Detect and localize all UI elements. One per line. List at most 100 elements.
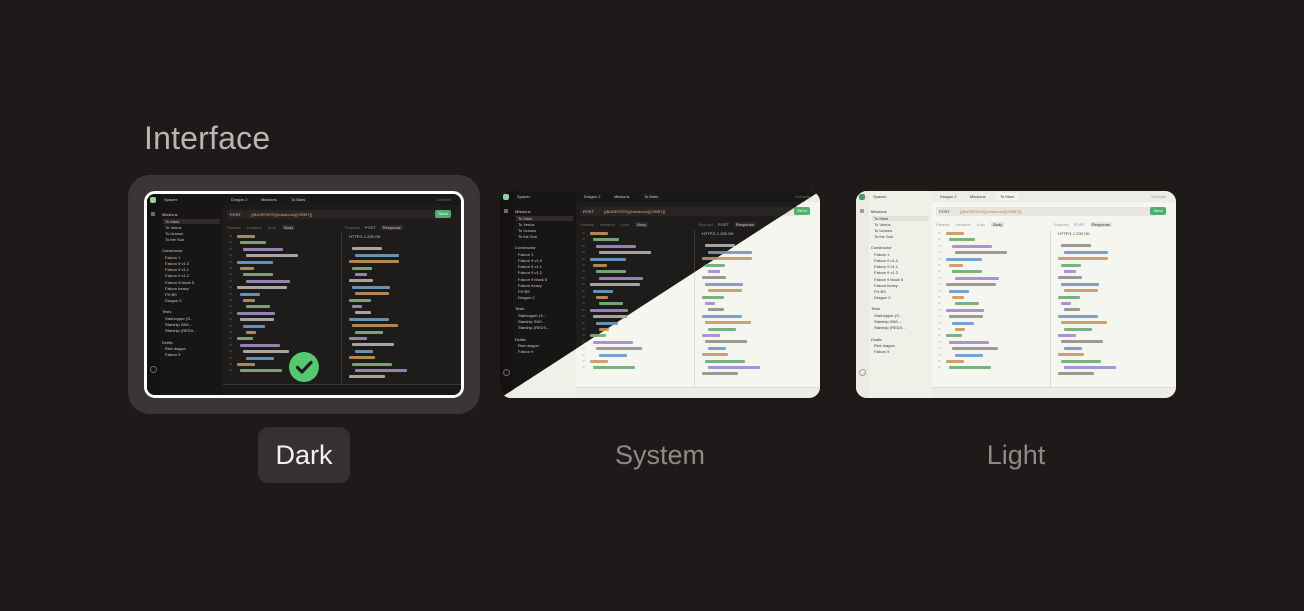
line-number [938,283,941,286]
pane-divider [1050,230,1051,388]
code-line [590,360,608,363]
line-number [938,366,941,369]
sidebar-item: Red dragon [518,343,539,348]
code-line [955,328,965,331]
icon-rail [856,191,869,398]
code-line [599,353,627,357]
code-line [240,318,274,322]
line-number [582,353,585,356]
icon-rail [500,191,513,398]
sidebar-item: Falcon heavy [518,282,542,288]
code-line [352,285,390,289]
sidebar-item: Falcon heavy [874,282,898,288]
light-theme-preview[interactable]: Dragon 2 Missions To Mars Defaults Spacex Mis… [856,191,1176,398]
request-tab: Headers [246,225,262,230]
theme-label-system[interactable]: System [560,427,760,483]
line-number [582,366,585,369]
sidebar-item: To Venus [518,221,535,227]
code-line [1061,340,1103,344]
sidebar-item: To Venus [165,224,182,230]
line-number [938,232,941,234]
code-line [349,375,385,379]
code-line [240,292,260,296]
code-line [596,296,608,299]
code-line [243,350,289,354]
url-bar: POST {{BASEPATH}}/missions/{{ORBIT}} [227,210,441,219]
tab: To Mars [996,193,1019,200]
sidebar-item: To Uranus [874,227,893,233]
code-line [355,349,373,353]
code-line [355,273,367,276]
sidebar-item: Dragon 2 [518,295,535,301]
code-line [705,244,735,248]
code-line [955,302,979,306]
theme-label-dark[interactable]: Dark [258,427,350,483]
workspace-name: Spacex [873,194,887,199]
sidebar-item: Falcon 9 v1.2 [518,270,543,276]
sidebar-item: Starship SN9... [518,319,545,325]
code-line [593,340,633,344]
code-line [590,283,640,287]
system-theme-preview[interactable]: Dragon 2MissionsTo MarsDefaultsSpacexMis… [500,191,820,398]
response-tab: Request [698,222,713,227]
request-tab: Params [227,225,241,230]
code-line [352,247,382,251]
tab: Missions [970,194,986,199]
line-number [229,279,232,282]
line-number [582,340,585,343]
line-number [582,270,585,273]
line-number [582,244,585,247]
sidebar-group-title: Missions [162,212,178,217]
code-line [237,363,255,366]
sidebar-item: Falcon 9 [874,349,890,355]
code-line [349,260,399,264]
code-line [946,283,996,287]
method-label: POST [230,212,241,217]
sidebar-item: FH BS [165,292,177,297]
code-line [1058,353,1084,357]
line-number [582,257,585,260]
code-line [949,238,975,242]
sidebar-item: Dragon 2 [165,298,182,304]
main-content: POST{{BASEPATH}}/missions/{{ORBIT}}SendP… [932,202,1176,398]
response-status: HTTP/1.1 200 OK [1058,231,1090,236]
grid-icon [860,209,864,213]
code-line [246,279,290,283]
sidebar-item: Falcon 9 v1.2 [874,270,899,276]
theme-label-light[interactable]: Light [916,427,1116,483]
line-number [582,289,585,292]
section-title: Interface [144,120,271,156]
sidebar-item: Falcon 1 [874,251,890,257]
sidebar-item: Starship (REDX... [518,325,550,331]
line-number [229,299,232,301]
code-line [1064,346,1082,350]
line-number [229,324,232,327]
send-button: Send [794,207,810,215]
request-tab: Headers [955,222,971,227]
sidebar-item: Starhopper (S... [165,315,194,321]
line-number [229,363,232,365]
request-tabs: Params Headers Auth Body [580,222,654,228]
sidebar-item: To the Sun [518,234,538,240]
line-number [582,334,585,337]
code-line [702,276,726,280]
code-line [949,289,969,293]
request-tab: Body [282,225,296,230]
tab: To Mars [287,196,310,203]
code-line [352,305,362,308]
line-number [582,296,585,298]
code-line [1064,270,1076,273]
line-number [582,251,585,254]
code-line [593,366,635,370]
response-tabs: Request POST Response [698,222,761,228]
help-icon [150,366,157,373]
line-number [582,347,585,350]
line-number [938,353,941,356]
line-number [229,273,232,276]
sidebar-item: Falcon 9 v1.1 [874,264,899,270]
tab: Missions [261,197,277,202]
code-line [590,232,608,235]
line-number [938,264,941,266]
sidebar-group-title: Missions [515,209,531,214]
line-number [582,328,585,330]
